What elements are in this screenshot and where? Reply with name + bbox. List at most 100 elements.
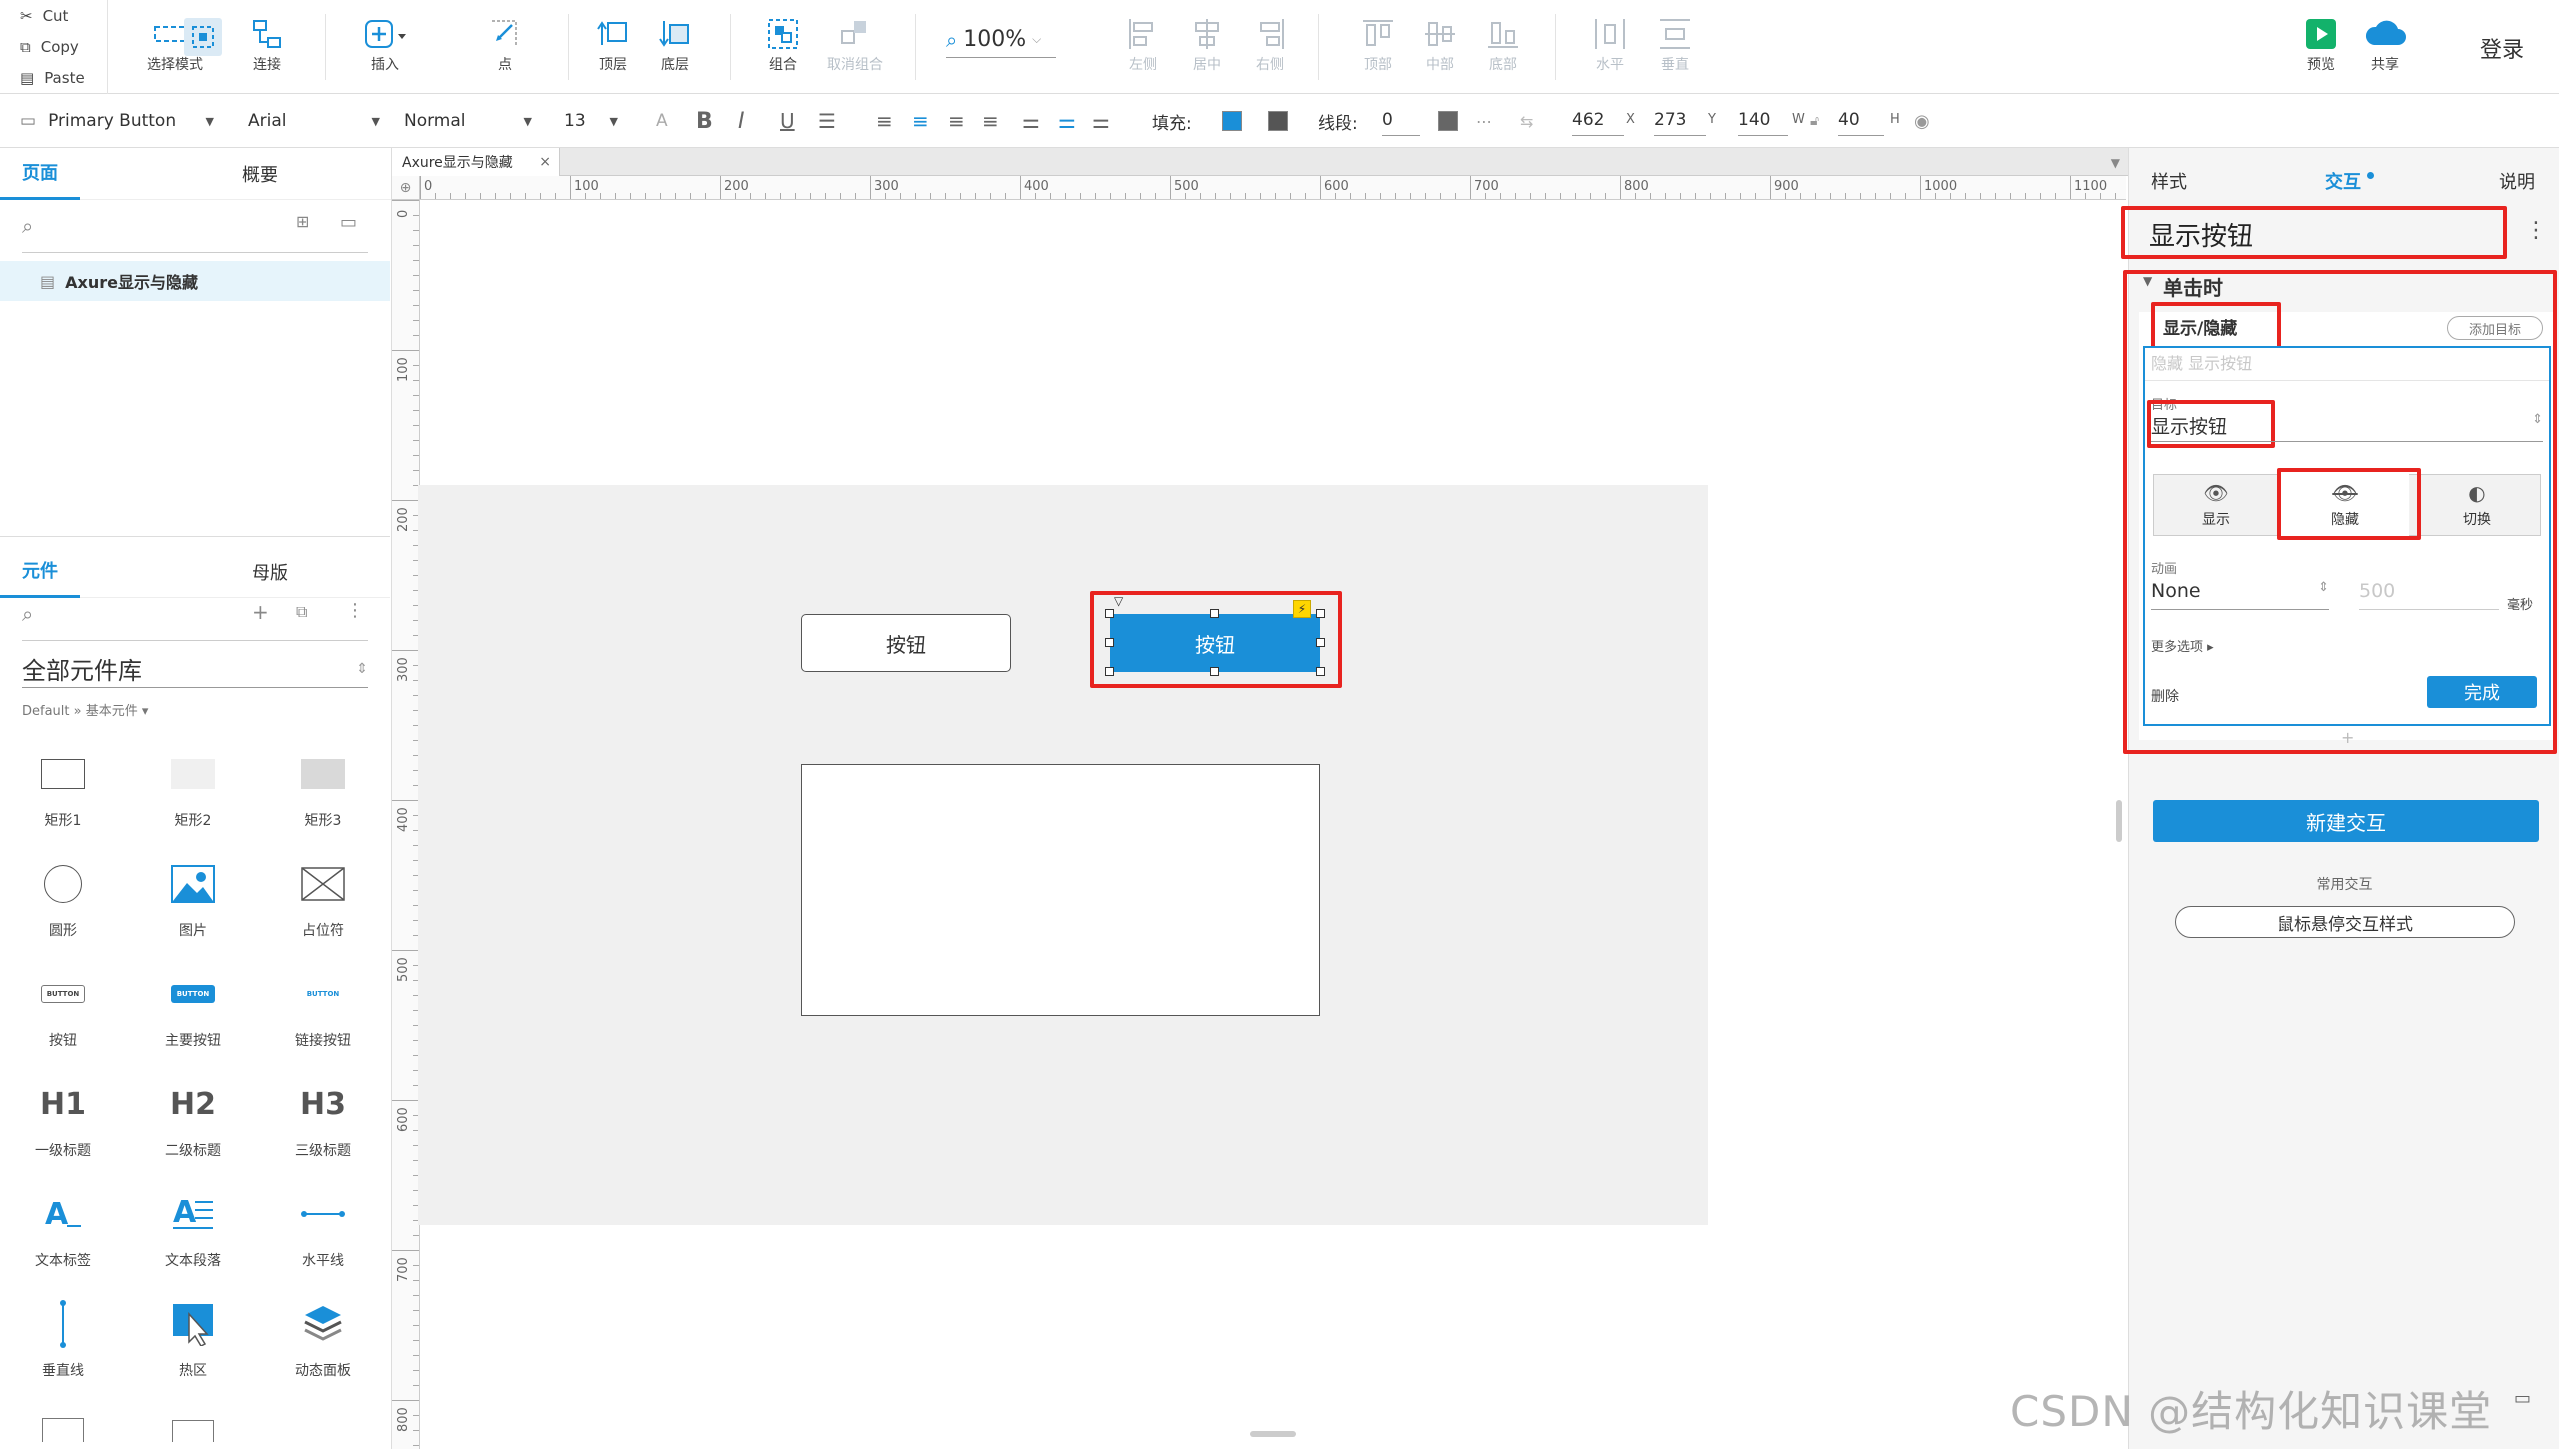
resize-handle[interactable] (1105, 609, 1114, 618)
target-select[interactable]: 显示按钮 ⇕ (2151, 412, 2543, 442)
delete-link[interactable]: 删除 (2151, 686, 2179, 706)
font-color-icon[interactable]: A (656, 94, 668, 148)
ungroup-button[interactable]: 取消组合 (810, 14, 900, 74)
valign-middle-icon[interactable]: ⚌ (1058, 94, 1076, 148)
duration-input[interactable]: 500 (2359, 580, 2499, 610)
stroke-color-swatch[interactable] (1438, 111, 1458, 131)
widget-rect3[interactable]: 矩形3 (273, 744, 373, 830)
text-align-left-icon[interactable]: ≡ (876, 94, 893, 148)
close-icon[interactable]: × (539, 154, 551, 170)
resize-handle[interactable] (1316, 667, 1325, 676)
font-weight-select[interactable]: Normal ▼ (404, 94, 540, 148)
caret-down-icon[interactable]: ▼ (2111, 156, 2120, 170)
distribute-v-button[interactable]: 垂直 (1630, 14, 1720, 74)
widget-h1[interactable]: H1 一级标题 (13, 1074, 113, 1160)
widget-rect2[interactable]: 矩形2 (143, 744, 243, 830)
add-library-icon[interactable]: + (252, 600, 269, 624)
arrow-style-icon[interactable]: ⇆ (1520, 94, 1533, 148)
tab-notes[interactable]: 说明 (2499, 168, 2535, 194)
more-vert-icon[interactable]: ⋮ (346, 600, 364, 621)
widget-rect1[interactable]: 矩形1 (13, 744, 113, 830)
login-link[interactable]: 登录 (2480, 32, 2524, 64)
lock-icon[interactable]: 🔓︎ (1810, 94, 1819, 148)
horizontal-scrollbar[interactable] (1250, 1431, 1296, 1437)
resize-handle[interactable] (1210, 609, 1219, 618)
fill-color-swatch[interactable] (1222, 111, 1242, 131)
resize-handle[interactable] (1105, 667, 1114, 676)
page-item[interactable]: ▤ Axure显示与隐藏 (0, 261, 390, 301)
send-back-button[interactable]: 底层 (630, 14, 720, 74)
widget-label[interactable]: A 文本标签 (13, 1184, 113, 1270)
crosshair-icon[interactable]: ⊕ (392, 176, 420, 200)
text-align-center-icon[interactable]: ≡ (912, 94, 929, 148)
text-align-right-icon[interactable]: ≡ (948, 94, 965, 148)
italic-icon[interactable]: I (738, 94, 745, 148)
add-page-icon[interactable]: ⊞ (296, 212, 309, 231)
paste-button[interactable]: ▤ Paste (0, 62, 107, 93)
hover-style-button[interactable]: 鼠标悬停交互样式 (2175, 906, 2515, 938)
interaction-lightning-icon[interactable]: ⚡ (1293, 600, 1311, 618)
tab-style[interactable]: 样式 (2151, 168, 2187, 194)
search-icon[interactable]: ⌕ (22, 602, 33, 626)
stroke-width-input[interactable]: 0 (1382, 104, 1420, 136)
point-button[interactable]: 点 (460, 14, 550, 74)
valign-bottom-icon[interactable]: ⚌ (1092, 94, 1110, 148)
resize-handle[interactable] (1316, 609, 1325, 618)
bold-icon[interactable]: B (696, 94, 713, 148)
widget-name-input[interactable]: 显示按钮 (2149, 216, 2253, 253)
widget-placeholder[interactable]: 占位符 (273, 854, 373, 940)
align-bottom-button[interactable]: 底部 (1458, 14, 1548, 74)
tab-interaction[interactable]: 交互 (2325, 168, 2361, 194)
insert-button[interactable]: 插入 (340, 14, 430, 74)
widget-hline[interactable]: 水平线 (273, 1184, 373, 1270)
height-input[interactable]: 40 (1838, 104, 1884, 136)
stroke-pattern-icon[interactable]: ⋯ (1476, 94, 1492, 148)
canvas-rectangle[interactable] (801, 764, 1320, 1016)
connect-button[interactable]: 连接 (222, 14, 312, 74)
align-right-button[interactable]: 右侧 (1225, 14, 1315, 74)
tab-pages[interactable]: 页面 (0, 148, 80, 200)
widget-primary-button[interactable]: BUTTON 主要按钮 (143, 964, 243, 1050)
share-button[interactable]: 共享 (2340, 14, 2430, 74)
rotation-handle-icon[interactable]: ▽ (1114, 594, 1123, 608)
done-button[interactable]: 完成 (2427, 676, 2537, 708)
mode-toggle-button[interactable]: ◐ 切换 (2413, 474, 2541, 536)
cut-button[interactable]: ✂ Cut (0, 0, 107, 31)
widget-image[interactable]: 图片 (143, 854, 243, 940)
resize-handle[interactable] (1316, 638, 1325, 647)
bullet-list-icon[interactable]: ☰ (818, 94, 836, 148)
select-contained-icon[interactable] (184, 18, 222, 56)
visibility-eye-icon[interactable]: ◉ (1914, 94, 1930, 148)
x-input[interactable]: 462 (1572, 104, 1624, 136)
text-justify-icon[interactable]: ≡ (982, 94, 999, 148)
widget-vline[interactable]: 垂直线 (13, 1294, 113, 1380)
library-breadcrumb[interactable]: Default » 基本元件 ▾ (22, 700, 148, 719)
widget-hotspot[interactable]: 热区 (143, 1294, 243, 1380)
animation-select[interactable]: None ⇕ (2151, 580, 2329, 610)
widget-h2[interactable]: H2 二级标题 (143, 1074, 243, 1160)
canvas-button-default[interactable]: 按钮 (801, 614, 1011, 672)
new-interaction-button[interactable]: 新建交互 (2153, 800, 2539, 842)
resize-handle[interactable] (1210, 667, 1219, 676)
widget-paragraph[interactable]: A 文本段落 (143, 1184, 243, 1270)
form-icon[interactable] (172, 1420, 214, 1442)
widget-link-button[interactable]: BUTTON 链接按钮 (273, 964, 373, 1050)
widget-button[interactable]: BUTTON 按钮 (13, 964, 113, 1050)
more-options-link[interactable]: 更多选项 ▸ (2151, 636, 2214, 655)
tab-widgets[interactable]: 元件 (0, 546, 80, 598)
table-icon[interactable] (42, 1418, 84, 1442)
resize-handle[interactable] (1105, 638, 1114, 647)
valign-top-icon[interactable]: ⚌ (1022, 94, 1040, 148)
font-size-select[interactable]: 13 ▼ (564, 94, 626, 148)
add-folder-icon[interactable]: ▭ (340, 212, 357, 233)
library-select[interactable]: 全部元件库 ⇕ (22, 650, 368, 688)
document-tab[interactable]: Axure显示与隐藏 × (392, 148, 560, 176)
tab-outline[interactable]: 概要 (220, 161, 300, 187)
add-action-icon[interactable]: + (2341, 728, 2354, 747)
widget-dynamic-panel[interactable]: 动态面板 (273, 1294, 373, 1380)
more-vert-icon[interactable]: ⋮ (2525, 218, 2547, 243)
font-family-select[interactable]: Arial ▼ (248, 94, 388, 148)
copy-button[interactable]: ⧉ Copy (0, 31, 107, 62)
library-copy-icon[interactable]: ⧉ (296, 602, 307, 622)
collapse-triangle-icon[interactable]: ▼ (2143, 274, 2152, 288)
